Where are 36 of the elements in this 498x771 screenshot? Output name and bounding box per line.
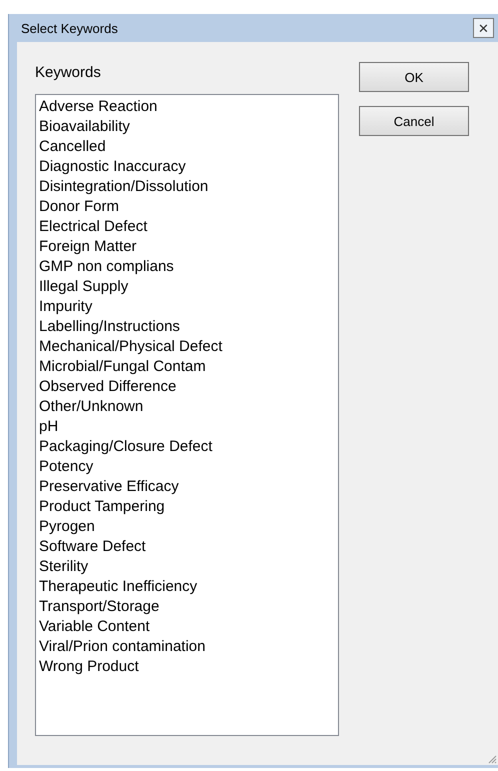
list-item[interactable]: Illegal Supply [39, 277, 335, 297]
keywords-label: Keywords [35, 64, 102, 83]
list-item[interactable]: Software Defect [39, 537, 335, 557]
list-item[interactable]: Viral/Prion contamination [39, 637, 335, 657]
list-item[interactable]: Wrong Product [39, 657, 335, 677]
list-item[interactable]: Impurity [39, 297, 335, 317]
list-item[interactable]: Observed Difference [39, 377, 335, 397]
list-item[interactable]: Potency [39, 457, 335, 477]
resize-grip-icon [488, 755, 497, 764]
list-item[interactable]: Labelling/Instructions [39, 317, 335, 337]
close-button[interactable]: ✕ [473, 18, 494, 38]
list-item[interactable]: Disintegration/Dissolution [39, 177, 335, 197]
list-item[interactable]: Cancelled [39, 137, 335, 157]
list-item[interactable]: Sterility [39, 557, 335, 577]
keywords-listbox[interactable] [35, 94, 339, 736]
list-item[interactable]: Bioavailability [39, 117, 335, 137]
list-item[interactable]: Mechanical/Physical Defect [39, 337, 335, 357]
list-item[interactable]: Packaging/Closure Defect [39, 437, 335, 457]
list-item[interactable]: pH [39, 417, 335, 437]
list-item[interactable]: Therapeutic Inefficiency [39, 577, 335, 597]
list-item[interactable]: Microbial/Fungal Contam [39, 357, 335, 377]
list-item[interactable]: GMP non complians [39, 257, 335, 277]
list-item[interactable]: Product Tampering [39, 497, 335, 517]
list-item[interactable]: Transport/Storage [39, 597, 335, 617]
list-item[interactable]: Adverse Reaction [39, 97, 335, 117]
dialog-button[interactable]: Cancel [359, 106, 469, 136]
list-item[interactable]: Electrical Defect [39, 217, 335, 237]
list-item[interactable]: Preservative Efficacy [39, 477, 335, 497]
list-item[interactable]: Diagnostic Inaccuracy [39, 157, 335, 177]
list-item[interactable]: Other/Unknown [39, 397, 335, 417]
list-item[interactable]: Pyrogen [39, 517, 335, 537]
list-item[interactable]: Foreign Matter [39, 237, 335, 257]
list-item[interactable]: Variable Content [39, 617, 335, 637]
dialog-button[interactable]: OK [359, 62, 469, 92]
list-item[interactable]: Donor Form [39, 197, 335, 217]
window-title: Select Keywords [21, 20, 118, 36]
